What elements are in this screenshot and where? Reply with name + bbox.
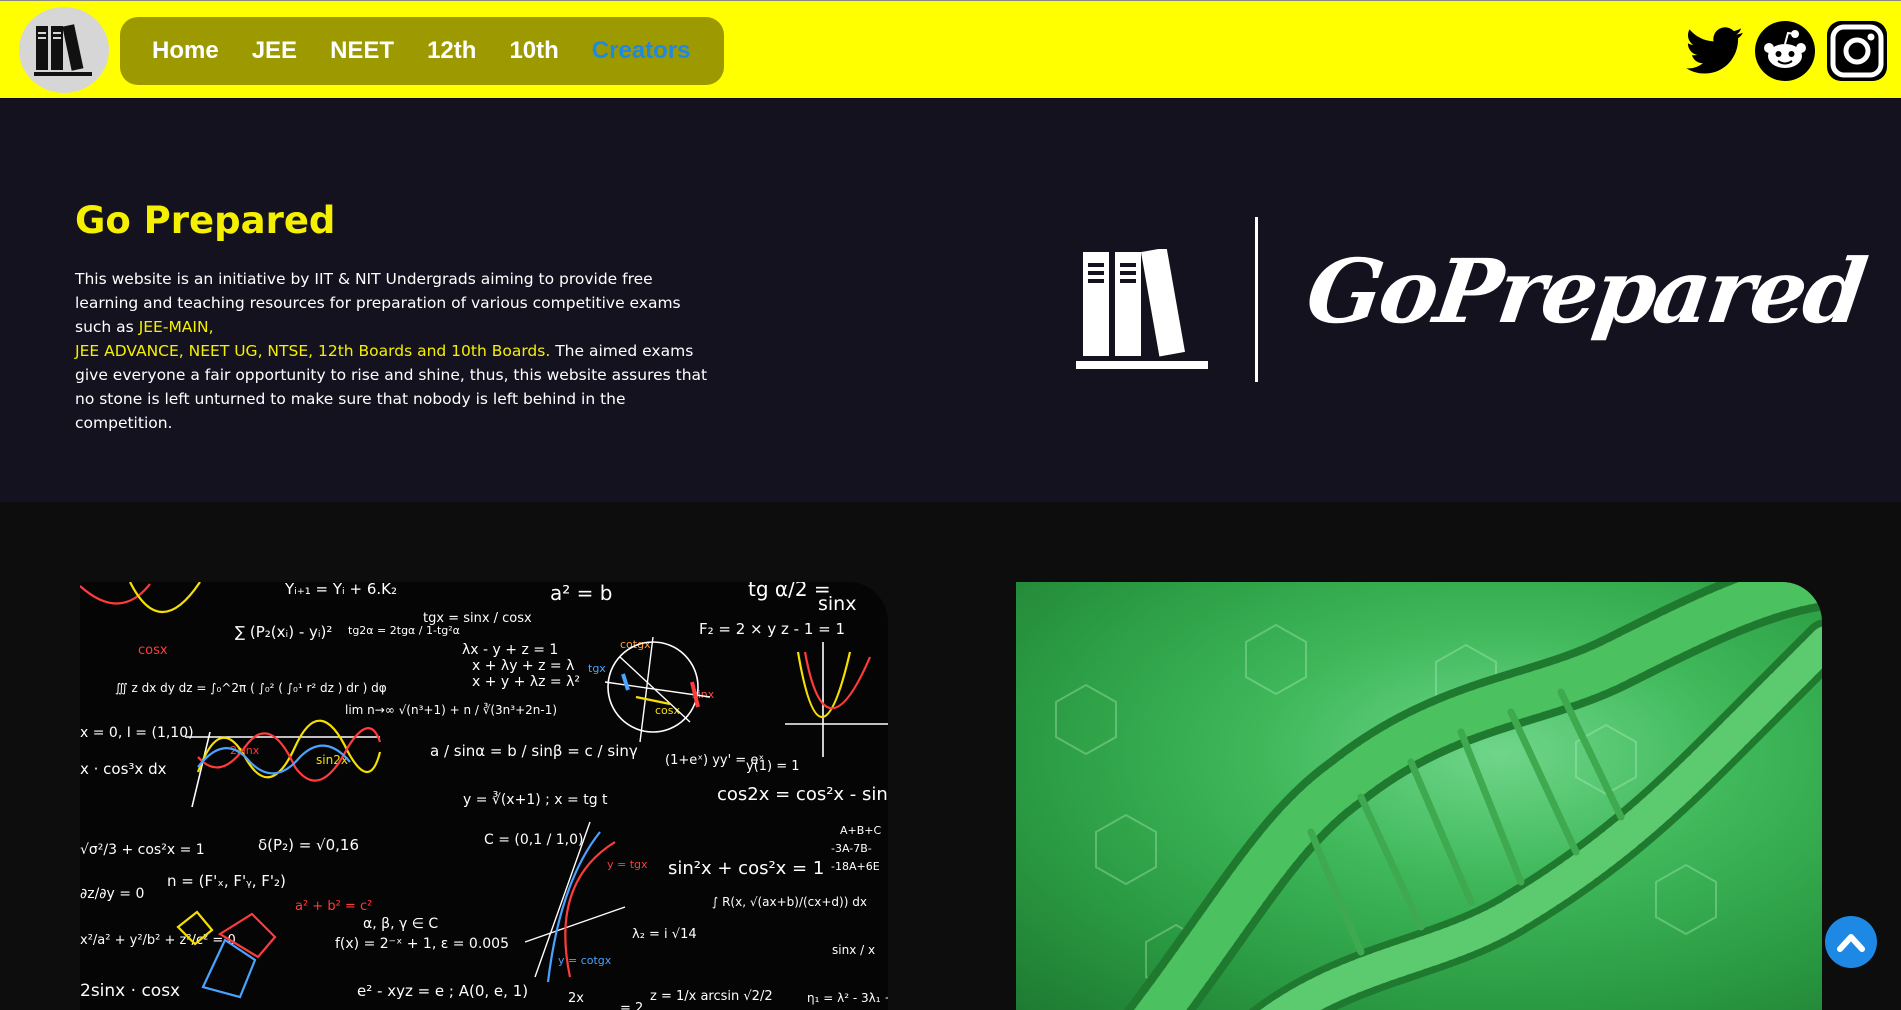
formula: λ₂ = i √14 bbox=[632, 927, 697, 942]
nav-12th[interactable]: 12th bbox=[427, 37, 476, 65]
formula: e² - xyz = e ; A(0, e, 1) bbox=[357, 982, 528, 1000]
hero-description: This website is an initiative by IIT & N… bbox=[75, 267, 715, 435]
instagram-link[interactable] bbox=[1827, 21, 1887, 81]
dna-helix-image bbox=[1055, 582, 1822, 1010]
formula: cosx bbox=[138, 643, 168, 658]
formula: F₂ = 2 × y z - 1 = 1 bbox=[699, 620, 845, 638]
chevron-up-icon bbox=[1837, 934, 1865, 952]
formula: ∫ R(x, √(ax+b)/(cx+d)) dx bbox=[712, 895, 867, 909]
nav-home[interactable]: Home bbox=[152, 37, 219, 65]
formula: λx - y + z = 1 bbox=[462, 642, 558, 658]
top-navbar: Home JEE NEET 12th 10th Creators bbox=[0, 0, 1901, 98]
formula: x²/a² + y²/b² + z²/c² = 0 bbox=[80, 933, 236, 948]
formula: ∂z/∂y = 0 bbox=[80, 886, 144, 902]
main-nav: Home JEE NEET 12th 10th Creators bbox=[120, 17, 724, 85]
formula: Yᵢ₊₁ = Yᵢ + 6.K₂ bbox=[284, 582, 397, 598]
formula: δ(P₂) = √0,16 bbox=[258, 836, 359, 854]
math-blackboard-image: Yᵢ₊₁ = Yᵢ + 6.K₂ a² = b tg α/2 = sinx ∑ … bbox=[80, 582, 888, 1010]
scroll-to-top-button[interactable] bbox=[1825, 916, 1877, 968]
formula: n = (F'ₓ, F'ᵧ, F'₂) bbox=[167, 872, 286, 890]
formula: x + λy + z = λ bbox=[472, 658, 574, 674]
formula: lim n→∞ √(n³+1) + n / ∛(3n³+2n-1) bbox=[345, 703, 557, 717]
nav-jee[interactable]: JEE bbox=[252, 37, 297, 65]
formula: A+B+C bbox=[840, 824, 882, 837]
instagram-icon bbox=[1827, 21, 1887, 81]
formula: x + y + λz = λ² bbox=[472, 674, 580, 690]
formula: tgx bbox=[588, 662, 606, 675]
formula: 2sinx · cosx bbox=[80, 981, 180, 1001]
formula: √σ²/3 + cos²x = 1 bbox=[80, 842, 205, 858]
nav-10th[interactable]: 10th bbox=[509, 37, 558, 65]
nav-creators[interactable]: Creators bbox=[592, 37, 691, 65]
nav-neet[interactable]: NEET bbox=[330, 37, 394, 65]
formula: ∑ (P₂(xᵢ) - yᵢ)² bbox=[235, 623, 332, 641]
formula: ∭ z dx dy dz = ∫₀^2π ( ∫₀² ( ∫₀¹ r² dz )… bbox=[115, 681, 387, 695]
formula: tgx = sinx / cosx bbox=[423, 611, 532, 626]
formula: y = tgx bbox=[607, 858, 648, 871]
formula: -18A+6E bbox=[831, 860, 880, 873]
formula: x = 0, I = (1,10) bbox=[80, 725, 194, 741]
brand-wordmark: GoPrepared bbox=[1300, 239, 1871, 343]
reddit-icon bbox=[1755, 21, 1815, 81]
formula: sinx / x bbox=[832, 943, 875, 957]
brand-divider bbox=[1255, 217, 1258, 382]
formula: x · cos³x dx bbox=[80, 760, 167, 778]
reddit-link[interactable] bbox=[1755, 21, 1815, 81]
books-brand-icon bbox=[1076, 249, 1208, 369]
hero-highlight-jee-main: JEE-MAIN, bbox=[138, 318, 214, 336]
formula: C = (0,1 / 1,0) bbox=[484, 832, 583, 848]
dna-card[interactable] bbox=[1016, 582, 1822, 1010]
formula: η₁ = λ² - 3λ₁ + bbox=[807, 991, 888, 1005]
formula: a² = b bbox=[550, 582, 612, 605]
formula: α, β, γ ∈ C bbox=[363, 916, 438, 932]
books-icon bbox=[34, 24, 92, 76]
formula: y = ∛(x+1) ; x = tg t bbox=[463, 791, 608, 808]
formula: sin²x + cos²x = 1 bbox=[668, 858, 824, 879]
formula: = 2 bbox=[620, 1001, 643, 1010]
formula: 2x bbox=[568, 991, 584, 1006]
formula: z = 1/x arcsin √2/2 bbox=[650, 989, 773, 1004]
hero-section: Go Prepared This website is an initiativ… bbox=[0, 99, 1901, 502]
formula: cotgx bbox=[620, 638, 651, 651]
hero-highlight-exams: JEE ADVANCE, NEET UG, NTSE, 12th Boards … bbox=[75, 342, 551, 360]
twitter-link[interactable] bbox=[1685, 21, 1745, 81]
formula: a² + b² = c² bbox=[295, 899, 372, 914]
formula: a / sinα = b / sinβ = c / sinγ bbox=[430, 742, 638, 760]
formula: f(x) = 2⁻ˣ + 1, ε = 0.005 bbox=[335, 936, 509, 952]
math-card[interactable]: Yᵢ₊₁ = Yᵢ + 6.K₂ a² = b tg α/2 = sinx ∑ … bbox=[80, 582, 888, 1010]
twitter-icon bbox=[1686, 27, 1743, 74]
site-logo[interactable] bbox=[19, 7, 109, 93]
formula: sinx bbox=[818, 593, 856, 615]
formula: y(1) = 1 bbox=[746, 759, 800, 774]
formula: cos2x = cos²x - sin²x bbox=[717, 784, 888, 805]
formula: -3A-7B- bbox=[831, 842, 872, 855]
hero-title: Go Prepared bbox=[75, 199, 336, 242]
